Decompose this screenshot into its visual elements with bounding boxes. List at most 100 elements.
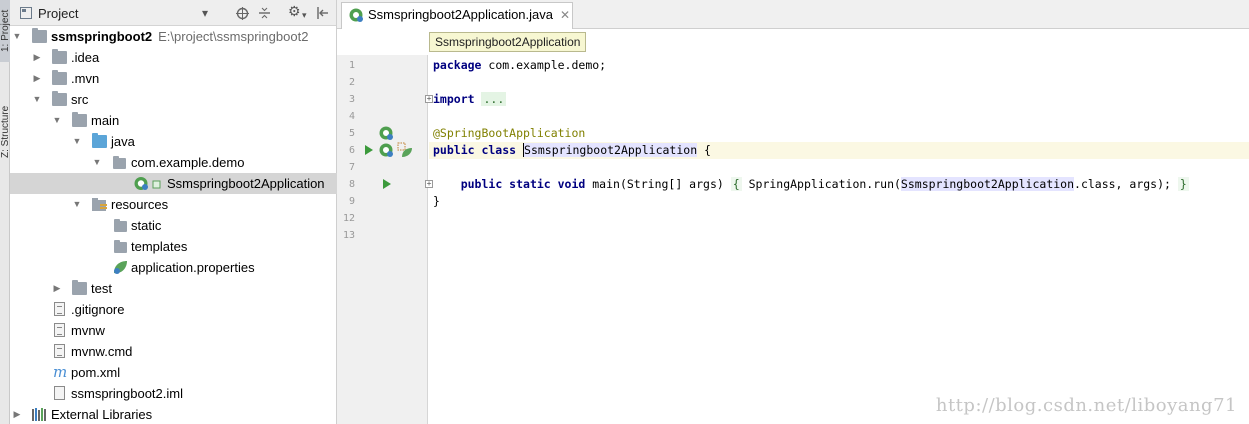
tree-item-idea[interactable]: ▶ .idea <box>10 47 337 68</box>
tree-item-label: main <box>91 113 120 128</box>
tree-item-main[interactable]: ▼ main <box>10 110 337 131</box>
code-line-7: public class Ssmspringboot2Application { <box>429 142 1249 159</box>
module-folder-icon <box>32 28 47 43</box>
tree-item-label: ssmspringboot2 E:\project\ssmspringboot2 <box>51 29 309 44</box>
tree-item-test[interactable]: ▶ test <box>10 278 337 299</box>
line-number: 1 <box>348 60 355 71</box>
fold-expand-icon[interactable]: + <box>425 95 433 103</box>
tree-item-label: src <box>71 92 89 107</box>
text-file-icon <box>54 302 65 316</box>
tree-item-label: mvnw <box>71 323 105 338</box>
expand-arrow-icon[interactable]: ▼ <box>72 194 82 215</box>
folder-icon <box>52 70 67 85</box>
iml-file-icon <box>54 386 65 400</box>
spring-context-gutter-icon[interactable] <box>397 142 413 158</box>
code-line-9: + public static void main(String[] args)… <box>425 177 1189 191</box>
class-name-tooltip: Ssmspringboot2Application <box>429 32 587 52</box>
text-file-icon <box>54 323 65 337</box>
editor-breadcrumb-row: Ssmspringboot2Application <box>337 29 1249 55</box>
tree-item-label: application.properties <box>131 260 255 275</box>
tree-item-static[interactable]: static <box>10 215 337 236</box>
view-dropdown-icon[interactable]: ▾ <box>202 6 208 20</box>
code-line-6: @SpringBootApplication <box>433 126 586 140</box>
module-path-hint: E:\project\ssmspringboot2 <box>158 29 309 44</box>
tree-item-label: resources <box>111 197 169 212</box>
tree-item-mvnw[interactable]: mvnw <box>10 320 337 341</box>
code-area[interactable]: package com.example.demo; + import ... @S… <box>425 55 1249 424</box>
tree-item-label: External Libraries <box>51 407 153 422</box>
gear-dropdown-icon[interactable]: ▾ <box>302 8 307 22</box>
spring-boot-class-icon <box>349 8 363 22</box>
expand-arrow-icon[interactable]: ▼ <box>12 26 22 47</box>
collapse-arrow-icon[interactable]: ▶ <box>52 278 62 299</box>
class-name-highlight: Ssmspringboot2Application <box>523 143 698 157</box>
tree-item-java[interactable]: ▼ java <box>10 131 337 152</box>
tree-item-label: com.example.demo <box>131 155 245 170</box>
tree-item-ssmspringboot2-iml[interactable]: ssmspringboot2.iml <box>10 383 337 404</box>
project-panel-title[interactable]: Project <box>38 6 78 21</box>
expand-arrow-icon[interactable]: ▼ <box>32 89 42 110</box>
tree-item-templates[interactable]: templates <box>10 236 337 257</box>
editor-gutter[interactable]: 1 2 3 4 5 6 7 8 9 12 13 <box>337 55 428 424</box>
folded-imports[interactable]: ... <box>481 92 507 106</box>
code-line-1: package com.example.demo; <box>433 58 607 72</box>
code-line-3: + import ... <box>425 92 507 106</box>
code-editor: Ssmspringboot2Application.java ✕ Ssmspri… <box>337 0 1249 424</box>
line-number: 5 <box>348 128 355 139</box>
resources-folder-icon <box>92 198 107 211</box>
close-icon[interactable]: ✕ <box>560 3 570 27</box>
code-line-12: } <box>433 194 440 208</box>
tree-item-resources[interactable]: ▼ resources <box>10 194 337 215</box>
spring-properties-icon <box>114 261 127 274</box>
tree-item-label: Ssmspringboot2Application <box>167 176 325 191</box>
tree-item-label: mvnw.cmd <box>71 344 133 359</box>
tree-item-label: .idea <box>71 50 100 65</box>
collapse-all-icon[interactable] <box>258 6 271 20</box>
tree-item-label: test <box>91 281 112 296</box>
line-number: 6 <box>348 145 355 156</box>
structure-tool-tab[interactable]: Z: Structure <box>0 92 10 172</box>
fold-expand-icon[interactable]: + <box>425 180 433 188</box>
line-number: 9 <box>348 196 355 207</box>
tree-item-pom-xml[interactable]: m pom.xml <box>10 362 337 383</box>
tree-item-ssmspringboot2[interactable]: ▼ ssmspringboot2 E:\project\ssmspringboot… <box>10 26 337 47</box>
run-arrow-icon[interactable] <box>382 178 392 190</box>
expand-arrow-icon[interactable]: ▼ <box>52 110 62 131</box>
project-tool-tab[interactable]: 1: Project <box>0 0 10 62</box>
line-number: 13 <box>342 230 355 241</box>
collapse-arrow-icon[interactable]: ▶ <box>12 404 22 424</box>
tree-item-label: .mvn <box>71 71 100 86</box>
tree-item-src[interactable]: ▼ src <box>10 89 337 110</box>
tool-window-strip: 1: Project Z: Structure <box>0 0 10 424</box>
run-arrow-icon[interactable] <box>364 144 374 156</box>
tree-item-external-libraries[interactable]: ▶ External Libraries <box>10 404 337 424</box>
tree-item-mvn[interactable]: ▶ .mvn <box>10 68 337 89</box>
editor-tab-ssmspringboot2application[interactable]: Ssmspringboot2Application.java ✕ <box>341 2 573 29</box>
folder-icon <box>72 280 87 295</box>
editor-tab-bar: Ssmspringboot2Application.java ✕ <box>337 0 1249 29</box>
expand-arrow-icon[interactable]: ▼ <box>92 152 102 173</box>
source-folder-icon <box>92 133 107 148</box>
tree-item-application-properties[interactable]: application.properties <box>10 257 337 278</box>
spring-bean-gutter-icon[interactable] <box>379 126 394 141</box>
tree-item-gitignore[interactable]: .gitignore <box>10 299 337 320</box>
collapse-arrow-icon[interactable]: ▶ <box>32 47 42 68</box>
package-icon <box>113 156 126 169</box>
collapse-arrow-icon[interactable]: ▶ <box>32 68 42 89</box>
tree-item-label: templates <box>131 239 188 254</box>
spring-boot-class-icon <box>134 177 161 190</box>
tree-item-com-example-demo[interactable]: ▼ com.example.demo <box>10 152 337 173</box>
maven-icon: m <box>53 363 68 381</box>
folder-icon <box>72 112 87 127</box>
hide-panel-icon[interactable] <box>317 7 329 19</box>
project-panel-header: Project ▾ ⚙ ▾ <box>10 0 336 26</box>
spring-bean-gutter-icon[interactable] <box>379 143 394 158</box>
tree-item-mvnw-cmd[interactable]: mvnw.cmd <box>10 341 337 362</box>
expand-arrow-icon[interactable]: ▼ <box>72 131 82 152</box>
gear-icon[interactable]: ⚙ <box>288 4 301 18</box>
tree-item-ssmspringboot2application[interactable]: Ssmspringboot2Application <box>10 173 337 194</box>
scroll-from-source-icon[interactable] <box>236 7 249 20</box>
project-view-icon <box>20 7 32 19</box>
libraries-icon <box>32 408 46 421</box>
tree-item-label: pom.xml <box>71 365 121 380</box>
